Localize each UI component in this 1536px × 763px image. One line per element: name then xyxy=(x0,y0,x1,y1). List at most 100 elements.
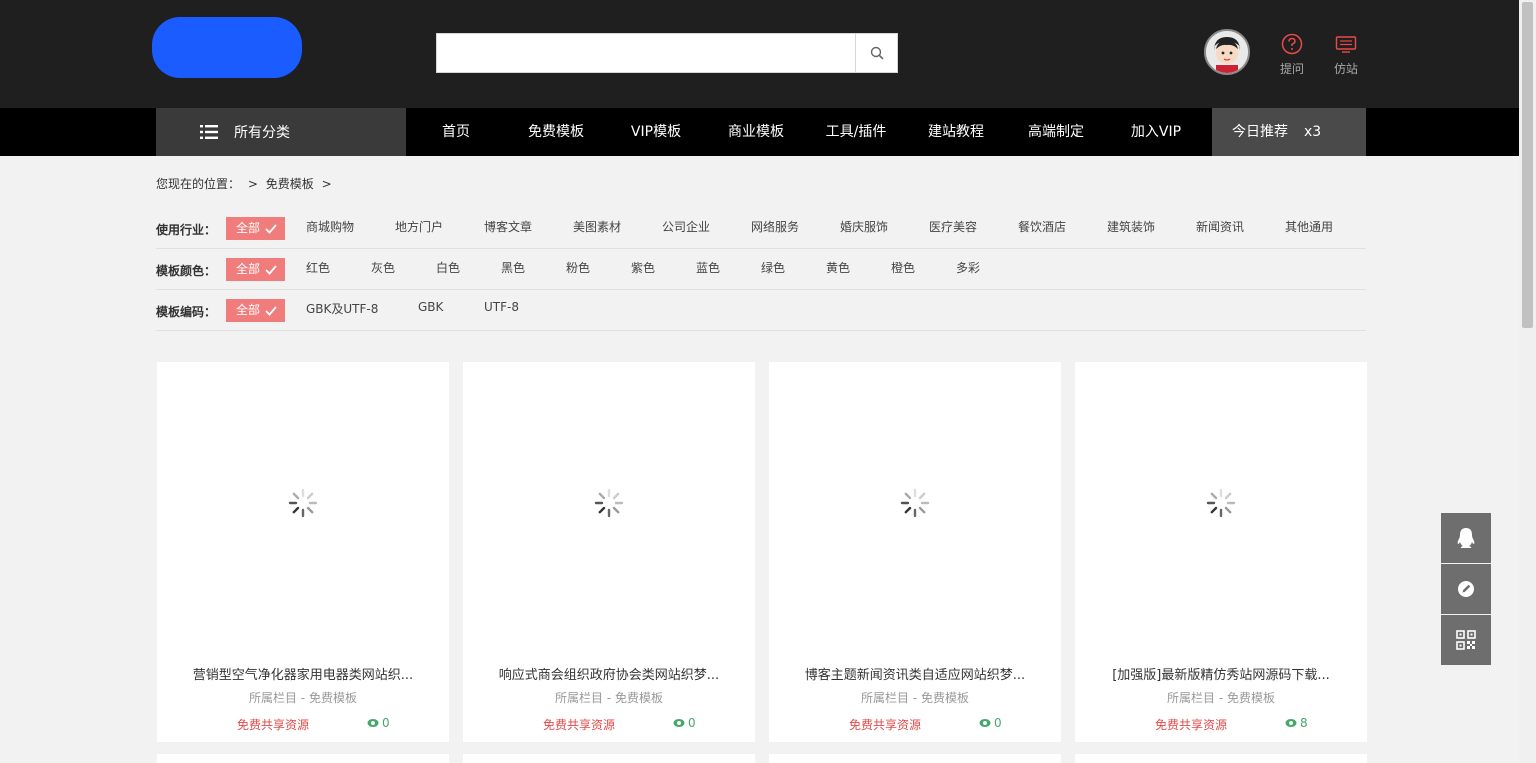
monitor-icon xyxy=(1335,36,1357,53)
nav-item-tutorials[interactable]: 建站教程 xyxy=(906,108,1006,156)
main-nav: 所有分类 首页 免费模板 VIP模板 商业模板 工具/插件 建站教程 高端制定 … xyxy=(0,108,1536,156)
filter-color: 模板颜色： 全部 红色 灰色 白色 黑色 粉色 紫色 蓝色 绿色 黄色 橙色 多… xyxy=(156,249,1366,290)
filter-option[interactable]: 橙色 xyxy=(891,259,915,276)
ask-question-link[interactable]: 提问 xyxy=(1272,32,1312,77)
template-card[interactable] xyxy=(463,754,755,763)
loading-spinner-icon xyxy=(288,488,318,518)
filter-option[interactable]: 地方门户 xyxy=(395,218,443,235)
filter-encoding-all[interactable]: 全部 xyxy=(226,299,285,322)
filter-option[interactable]: 灰色 xyxy=(371,259,395,276)
filter-option[interactable]: 美图素材 xyxy=(573,218,621,235)
filter-option[interactable]: GBK及UTF-8 xyxy=(306,300,378,317)
template-card[interactable] xyxy=(1075,754,1367,763)
filter-option[interactable]: 蓝色 xyxy=(696,259,720,276)
filter-option[interactable]: 黑色 xyxy=(501,259,525,276)
filter-option[interactable]: 公司企业 xyxy=(662,218,710,235)
loading-spinner-icon xyxy=(594,488,624,518)
filter-color-all[interactable]: 全部 xyxy=(226,258,285,281)
check-icon xyxy=(265,265,277,275)
filter-option[interactable]: 黄色 xyxy=(826,259,850,276)
filter-option[interactable]: 粉色 xyxy=(566,259,590,276)
filter-option[interactable]: 紫色 xyxy=(631,259,655,276)
filter-option[interactable]: 婚庆服饰 xyxy=(840,218,888,235)
filter-industry-all[interactable]: 全部 xyxy=(226,217,285,240)
nav-item-join-vip[interactable]: 加入VIP xyxy=(1106,108,1206,156)
filter-encoding-label: 模板编码： xyxy=(156,305,217,319)
breadcrumb-current[interactable]: 免费模板 xyxy=(266,177,314,191)
feedback-button[interactable] xyxy=(1441,564,1491,614)
filter-option[interactable]: 绿色 xyxy=(761,259,785,276)
clone-label: 仿站 xyxy=(1333,62,1358,76)
qrcode-button[interactable] xyxy=(1441,615,1491,665)
filter-option[interactable]: 多彩 xyxy=(956,259,980,276)
all-categories-label: 所有分类 xyxy=(234,125,290,141)
site-header: 提问 仿站 xyxy=(0,0,1536,108)
template-card[interactable]: 响应式商会组织政府协会类网站织梦... 所属栏目 - 免费模板 免费共享资源 0 xyxy=(463,362,755,742)
today-recommend-label: 今日推荐 xyxy=(1232,124,1288,140)
card-title[interactable]: [加强版]最新版精仿秀站网源码下载... xyxy=(1075,664,1367,683)
card-tag: 免费共享资源 xyxy=(237,718,310,732)
scrollbar-thumb[interactable] xyxy=(1522,2,1533,328)
filter-option[interactable]: 餐饮酒店 xyxy=(1018,218,1066,235)
filter-option[interactable]: GBK xyxy=(418,300,443,314)
avatar[interactable] xyxy=(1204,29,1250,75)
card-views-count: 0 xyxy=(688,716,696,730)
filter-option[interactable]: 网络服务 xyxy=(751,218,799,235)
filter-option[interactable]: 其他通用 xyxy=(1285,218,1333,235)
search-button[interactable] xyxy=(855,34,897,72)
breadcrumb-separator: > xyxy=(321,177,332,191)
filter-option[interactable]: 新闻资讯 xyxy=(1196,218,1244,235)
template-card[interactable] xyxy=(157,754,449,763)
breadcrumb-prefix: 您现在的位置： xyxy=(156,177,241,191)
loading-spinner-icon xyxy=(1206,488,1236,518)
filter-option[interactable]: 红色 xyxy=(306,259,330,276)
eye-icon xyxy=(1285,719,1297,727)
site-logo[interactable] xyxy=(152,17,302,78)
filter-all-label: 全部 xyxy=(236,262,261,276)
loading-spinner-icon xyxy=(900,488,930,518)
nav-item-free-templates[interactable]: 免费模板 xyxy=(506,108,606,156)
filter-option[interactable]: UTF-8 xyxy=(484,300,519,314)
all-categories-button[interactable]: 所有分类 xyxy=(156,108,406,156)
nav-item-home[interactable]: 首页 xyxy=(406,108,506,156)
search-box xyxy=(436,33,898,73)
template-card[interactable]: 营销型空气净化器家用电器类网站织... 所属栏目 - 免费模板 免费共享资源 0 xyxy=(157,362,449,742)
qq-contact-button[interactable] xyxy=(1441,513,1491,563)
filter-all-label: 全部 xyxy=(236,303,261,317)
template-card[interactable]: 博客主题新闻资讯类自适应网站织梦... 所属栏目 - 免费模板 免费共享资源 0 xyxy=(769,362,1061,742)
card-views-count: 8 xyxy=(1300,716,1308,730)
template-card[interactable]: [加强版]最新版精仿秀站网源码下载... 所属栏目 - 免费模板 免费共享资源 … xyxy=(1075,362,1367,742)
card-title[interactable]: 营销型空气净化器家用电器类网站织... xyxy=(157,664,449,683)
card-views-count: 0 xyxy=(382,716,390,730)
nav-item-tools-plugins[interactable]: 工具/插件 xyxy=(806,108,906,156)
question-circle-icon xyxy=(1281,33,1303,55)
card-title[interactable]: 博客主题新闻资讯类自适应网站织梦... xyxy=(769,664,1061,683)
filter-color-label: 模板颜色： xyxy=(156,264,217,278)
filter-option[interactable]: 商城购物 xyxy=(306,218,354,235)
card-title[interactable]: 响应式商会组织政府协会类网站织梦... xyxy=(463,664,755,683)
today-recommend-button[interactable]: 今日推荐 x3 xyxy=(1212,108,1366,156)
nav-item-business-templates[interactable]: 商业模板 xyxy=(706,108,806,156)
card-tag: 免费共享资源 xyxy=(543,718,616,732)
card-category: 所属栏目 - 免费模板 xyxy=(249,691,357,705)
template-card[interactable] xyxy=(769,754,1061,763)
filter-industry: 使用行业： 全部 商城购物 地方门户 博客文章 美图素材 公司企业 网络服务 婚… xyxy=(156,208,1366,249)
check-icon xyxy=(265,306,277,316)
search-icon xyxy=(870,46,884,60)
today-recommend-count: x3 xyxy=(1304,124,1322,140)
filter-option[interactable]: 建筑装饰 xyxy=(1107,218,1155,235)
ask-label: 提问 xyxy=(1279,62,1304,76)
card-views: 0 xyxy=(367,716,390,730)
eye-icon xyxy=(979,719,991,727)
filter-encoding: 模板编码： 全部 GBK及UTF-8 GBK UTF-8 xyxy=(156,290,1366,331)
edit-icon xyxy=(1458,581,1474,597)
breadcrumb-separator: > xyxy=(247,177,258,191)
search-input[interactable] xyxy=(437,34,856,72)
nav-item-vip-templates[interactable]: VIP模板 xyxy=(606,108,706,156)
filter-option[interactable]: 医疗美容 xyxy=(929,218,977,235)
card-views: 0 xyxy=(979,716,1002,730)
clone-site-link[interactable]: 仿站 xyxy=(1326,32,1366,77)
filter-option[interactable]: 白色 xyxy=(436,259,460,276)
nav-item-custom[interactable]: 高端制定 xyxy=(1006,108,1106,156)
filter-option[interactable]: 博客文章 xyxy=(484,218,532,235)
